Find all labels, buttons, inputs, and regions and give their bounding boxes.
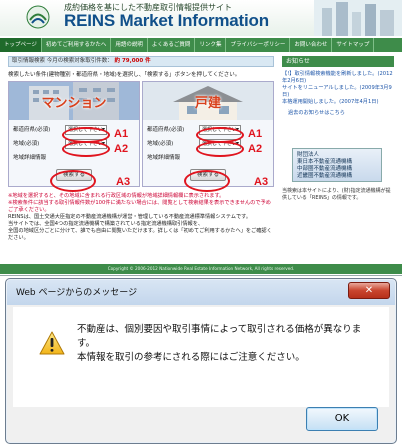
site-description-line-1: REINSは、国土交通大臣指定の不動産流通機構が運営・管理している不動産流通標準… xyxy=(8,214,252,220)
annotation-a3-mansion: A3 xyxy=(116,176,131,188)
nav-item-faq[interactable]: よくあるご質問 xyxy=(148,38,196,52)
search-notes: ※地域を選択すると、その地域に含まれる行政区域の情報が地域詳細情報欄に表示されま… xyxy=(8,193,274,214)
dialog-message: 不動産は、個別要因や取引事情によって取引される価格が異なりま す。 本情報を取引… xyxy=(77,323,361,365)
reins-logo-icon[interactable] xyxy=(26,5,50,29)
city-skyline-image xyxy=(314,0,402,36)
search-note-2: ※検索条件に該当する取引情報件数が100件に満たない場合には、閲覧として検索結果… xyxy=(8,200,271,213)
site-brand[interactable]: REINS Market Information xyxy=(64,11,269,31)
mansion-pref-label: 都道府県(必須) xyxy=(13,127,51,133)
side-info-text: 当検索は本サイトにより、(財)指定流通機構が提供している「REINS」の情報です… xyxy=(282,188,391,201)
annotation-ring-mansion-search xyxy=(50,170,96,192)
news-list: 【!】取引情報検索機能を刷新しました。(2012年2月6日) サイトをリニューア… xyxy=(282,71,394,117)
mansion-title: マンション xyxy=(41,96,107,111)
annotation-a3-house: A3 xyxy=(254,176,269,188)
annotation-a2-house: A2 xyxy=(248,143,263,155)
news-heading: お知らせ xyxy=(282,56,394,67)
house-title: 戸建 xyxy=(194,96,221,111)
reins-website: 成約価格を基にした不動産取引情報提供サイト REINS Market Infor… xyxy=(0,0,402,276)
nav-item-privacy[interactable]: プライバシーポリシー xyxy=(226,38,291,52)
annotation-a2-mansion: A2 xyxy=(114,143,129,155)
search-instruction: 検索したい条件(建物種別・都道府県・地域)を選択し、「検索する」ボタンを押してく… xyxy=(8,72,241,78)
nav-item-sitemap[interactable]: サイトマップ xyxy=(332,38,375,52)
dialog-content: 不動産は、個別要因や取引事情によって取引される価格が異なりま す。 本情報を取引… xyxy=(13,307,389,407)
nav-item-links[interactable]: リンク集 xyxy=(195,38,227,52)
count-text: 今月の検索対象取引件数： xyxy=(46,58,113,64)
site-description: REINSは、国土交通大臣指定の不動産流通機構が運営・管理している不動産流通標準… xyxy=(8,214,274,242)
annotation-ring-house-search xyxy=(184,170,230,192)
annotation-a1-house: A1 xyxy=(248,128,263,140)
dialog-message-line: 不動産は、個別要因や取引事情によって取引される価格が異なりま xyxy=(77,324,362,335)
annotation-ring-mansion-area xyxy=(62,141,110,157)
site-footer: Copyright © 2006-2012 Nationwide Real Es… xyxy=(0,264,402,274)
ok-button[interactable]: OK xyxy=(306,407,378,431)
house-detail-label: 地域詳細情報 xyxy=(147,155,181,161)
warning-icon xyxy=(39,331,65,355)
main-nav: トップページ 初めてご利用するかたへ 用語の説明 よくあるご質問 リンク集 プラ… xyxy=(0,38,402,52)
site-description-line-2: 当サイトでは、全国4つの指定流通機構で構築されている指定流通機構取引情報を、 xyxy=(8,221,204,227)
nav-item-top[interactable]: トップページ xyxy=(0,38,42,52)
transaction-count-bar: 取引情報検索 今月の検索対象取引件数： 約 79,000 件 xyxy=(8,56,274,67)
nav-item-contact[interactable]: お問い合わせ xyxy=(290,38,333,52)
news-item[interactable]: 本格運用開始しました。(2007年4月1日) xyxy=(282,99,394,106)
house-pref-label: 都道府県(必須) xyxy=(147,127,185,133)
site-description-line-3: 全国の地域区分ごとに分けて、誰でも自由に閲覧いただけます。詳しくは「初めてご利用… xyxy=(8,228,272,241)
dialog-title: Web ページからのメッセージ xyxy=(16,288,138,298)
news-archive-link[interactable]: 過去のお知らせはこちら xyxy=(282,110,394,117)
site-header: 成約価格を基にした不動産取引情報提供サイト REINS Market Infor… xyxy=(0,0,402,36)
dialog-message-line: す。 xyxy=(77,338,96,349)
webpage-message-dialog: Web ページからのメッセージ ✕ 不動産は、個別要因や取引事情によって取引され… xyxy=(5,278,397,444)
banner-line: 近畿圏不動産流通機構 xyxy=(297,173,353,179)
nav-item-first-time[interactable]: 初めてご利用するかたへ xyxy=(42,38,112,52)
count-value: 約 79,000 件 xyxy=(114,58,151,64)
banner-line: 中部圏不動産流通機構 xyxy=(297,166,353,172)
news-item[interactable]: サイトをリニューアルしました。(2009年3月9日) xyxy=(282,85,394,99)
dialog-message-line: 本情報を取引の参考にされる際にはご注意ください。 xyxy=(77,352,305,363)
reins-organization-banner[interactable]: 財団法人 東日本不動産流通機構 中部圏不動産流通機構 近畿圏不動産流通機構 xyxy=(292,148,382,182)
annotation-a1-mansion: A1 xyxy=(114,128,129,140)
annotation-ring-house-area xyxy=(196,141,244,157)
banner-line: 東日本不動産流通機構 xyxy=(297,159,353,165)
banner-line: 財団法人 xyxy=(297,152,320,158)
nav-item-glossary[interactable]: 用語の説明 xyxy=(111,38,148,52)
dialog-close-button[interactable]: ✕ xyxy=(348,282,390,299)
news-sidebar: お知らせ 【!】取引情報検索機能を刷新しました。(2012年2月6日) サイトを… xyxy=(282,56,394,266)
mansion-detail-label: 地域詳細情報 xyxy=(13,155,47,161)
search-note-1: ※地域を選択すると、その地域に含まれる行政区域の情報が地域詳細情報欄に表示されま… xyxy=(8,193,225,199)
news-item[interactable]: 【!】取引情報検索機能を刷新しました。(2012年2月6日) xyxy=(282,71,394,85)
mansion-area-label: 地域(必須) xyxy=(13,141,40,147)
house-area-label: 地域(必須) xyxy=(147,141,174,147)
search-area: 取引情報検索 今月の検索対象取引件数： 約 79,000 件 検索したい条件(建… xyxy=(8,56,274,266)
count-label: 取引情報検索 xyxy=(12,58,46,64)
